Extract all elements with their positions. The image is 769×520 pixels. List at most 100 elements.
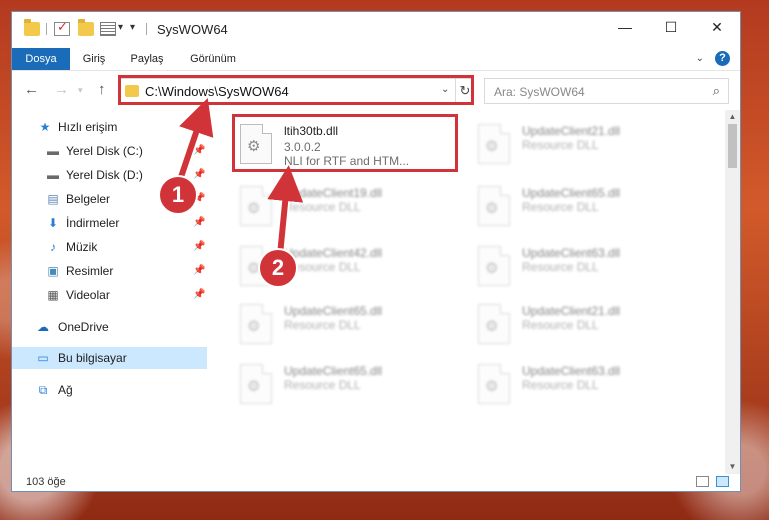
star-icon: ★ [39, 120, 51, 134]
close-button[interactable]: ✕ [694, 12, 740, 42]
navigation-bar: ← → ▾ ↑ C:\Windows\SysWOW64 ⌄ ↻ Ara: Sys… [12, 70, 740, 111]
video-icon: ▦ [47, 288, 59, 302]
back-button[interactable]: ← [24, 81, 39, 98]
address-history-chevron-icon[interactable]: ⌄ [441, 84, 449, 95]
window-title: SysWOW64 [157, 22, 228, 37]
scroll-up-icon[interactable]: ▲ [725, 110, 740, 124]
file-description: Resource DLL [522, 318, 599, 332]
sidebar-item-network[interactable]: ⧉ Ağ [12, 379, 207, 401]
dll-file-icon: ⚙ [240, 124, 272, 164]
sidebar-item-this-pc[interactable]: ▭ Bu bilgisayar [12, 347, 207, 369]
file-item[interactable]: ⚙ UpdateClient63.dll Resource DLL [470, 238, 688, 294]
file-item[interactable]: ⚙ UpdateClient63.dll Resource DLL [470, 356, 688, 412]
pin-icon[interactable]: 📌 [193, 164, 205, 186]
file-name: UpdateClient65.dll [522, 186, 621, 200]
file-description: Resource DLL [284, 200, 361, 214]
file-description: Resource DLL [522, 378, 599, 392]
file-item[interactable]: ⚙ UpdateClient21.dll Resource DLL [470, 296, 688, 352]
tab-dosya[interactable]: Dosya [12, 48, 70, 70]
scroll-down-icon[interactable]: ▼ [725, 460, 740, 474]
properties-check-icon[interactable] [54, 20, 70, 36]
recent-locations-icon[interactable]: ▾ [78, 85, 83, 96]
file-name: UpdateClient65.dll [284, 364, 383, 378]
search-input[interactable]: Ara: SysWOW64 [494, 85, 585, 99]
pin-icon[interactable]: 📌 [193, 284, 205, 306]
sidebar-item-label: Resimler [66, 264, 114, 278]
folder-icon [24, 19, 40, 36]
file-name: UpdateClient42.dll [284, 246, 383, 260]
file-name: UpdateClient21.dll [522, 304, 621, 318]
drive-icon: ▬ [47, 144, 59, 158]
title-bar: ▾ ▾ SysWOW64 — ☐ ✕ [12, 12, 740, 48]
pin-icon[interactable]: 📌 [193, 140, 205, 162]
status-bar: 103 öğe [12, 474, 740, 491]
sidebar-item-label: Belgeler [66, 192, 111, 206]
dll-file-icon: ⚙ [478, 304, 510, 344]
sidebar-item-videos[interactable]: ▦ Videolar 📌 [12, 284, 207, 306]
sidebar-item-label: OneDrive [58, 320, 109, 334]
sidebar-item-onedrive[interactable]: ☁ OneDrive [12, 316, 207, 338]
new-folder-icon[interactable] [78, 19, 94, 36]
file-item[interactable]: ⚙ UpdateClient21.dll Resource DLL [470, 116, 688, 172]
sidebar-item-label: Yerel Disk (D:) [66, 168, 143, 182]
computer-icon: ▭ [37, 351, 49, 365]
large-icons-view-icon[interactable] [716, 476, 729, 487]
file-item[interactable]: ⚙ UpdateClient19.dll Resource DLL [232, 178, 450, 234]
address-path[interactable]: C:\Windows\SysWOW64 [145, 84, 289, 99]
address-folder-icon [125, 85, 139, 97]
documents-icon: ▤ [47, 192, 59, 206]
sidebar-item-label: Yerel Disk (C:) [66, 144, 143, 158]
properties-list-icon[interactable] [100, 22, 116, 36]
sidebar-item-music[interactable]: ♪ Müzik 📌 [12, 236, 207, 258]
file-item[interactable]: ⚙ UpdateClient65.dll Resource DLL [232, 356, 450, 412]
tab-gorunum[interactable]: Görünüm [180, 48, 246, 70]
pin-icon[interactable]: 📌 [193, 236, 205, 258]
tab-giris[interactable]: Giriş [72, 48, 116, 70]
vertical-scrollbar[interactable]: ▲ ▼ [725, 110, 740, 474]
file-item-ltih30tb[interactable]: ⚙ ltih30tb.dll 3.0.0.2 NLI for RTF and H… [232, 116, 450, 172]
item-count: 103 öğe [26, 476, 66, 488]
file-item[interactable]: ⚙ UpdateClient65.dll Resource DLL [232, 296, 450, 352]
download-icon: ⬇ [47, 216, 59, 230]
forward-button[interactable]: → [54, 81, 69, 98]
tab-paylas[interactable]: Paylaş [122, 48, 172, 70]
help-icon[interactable]: ? [715, 51, 730, 66]
minimize-button[interactable]: — [602, 12, 648, 42]
search-box[interactable]: Ara: SysWOW64 ⌕ [484, 78, 729, 104]
dll-file-icon: ⚙ [478, 246, 510, 286]
address-bar[interactable]: C:\Windows\SysWOW64 ⌄ ↻ [118, 78, 474, 104]
expand-ribbon-icon[interactable]: ⌄ [696, 53, 704, 64]
step-2-badge: 2 [258, 248, 298, 288]
maximize-button[interactable]: ☐ [648, 12, 694, 42]
file-version: 3.0.0.2 [284, 140, 321, 154]
toolbar-separator [46, 23, 47, 35]
file-description: Resource DLL [284, 318, 361, 332]
file-description: Resource DLL [522, 200, 599, 214]
chevron-down-icon[interactable]: ▾ [118, 22, 123, 33]
file-item[interactable]: ⚙ UpdateClient65.dll Resource DLL [470, 178, 688, 234]
dll-file-icon: ⚙ [240, 304, 272, 344]
file-name: UpdateClient63.dll [522, 364, 621, 378]
network-icon: ⧉ [38, 383, 48, 397]
pin-icon[interactable]: 📌 [193, 212, 205, 234]
file-name: UpdateClient19.dll [284, 186, 383, 200]
up-button[interactable]: ↑ [98, 81, 106, 98]
sidebar-item-downloads[interactable]: ⬇ İndirmeler 📌 [12, 212, 207, 234]
refresh-button[interactable]: ↻ [455, 79, 474, 103]
file-list: ⚙ ltih30tb.dll 3.0.0.2 NLI for RTF and H… [208, 110, 724, 474]
sidebar-item-label: İndirmeler [66, 216, 120, 230]
sidebar-item-local-disk-c[interactable]: ▬ Yerel Disk (C:) 📌 [12, 140, 207, 162]
sidebar-item-pictures[interactable]: ▣ Resimler 📌 [12, 260, 207, 282]
file-description: Resource DLL [284, 378, 361, 392]
sidebar-item-label: Bu bilgisayar [58, 351, 127, 365]
details-view-icon[interactable] [696, 476, 709, 487]
search-icon[interactable]: ⌕ [713, 83, 720, 99]
pin-icon[interactable]: 📌 [193, 260, 205, 282]
sidebar-item-quick-access[interactable]: ★ Hızlı erişim [12, 116, 207, 138]
dll-file-icon: ⚙ [478, 124, 510, 164]
dll-file-icon: ⚙ [478, 364, 510, 404]
dll-file-icon: ⚙ [240, 186, 272, 226]
customize-toolbar-icon[interactable]: ▾ [130, 22, 135, 33]
file-description: Resource DLL [522, 138, 599, 152]
scroll-thumb[interactable] [728, 124, 737, 168]
